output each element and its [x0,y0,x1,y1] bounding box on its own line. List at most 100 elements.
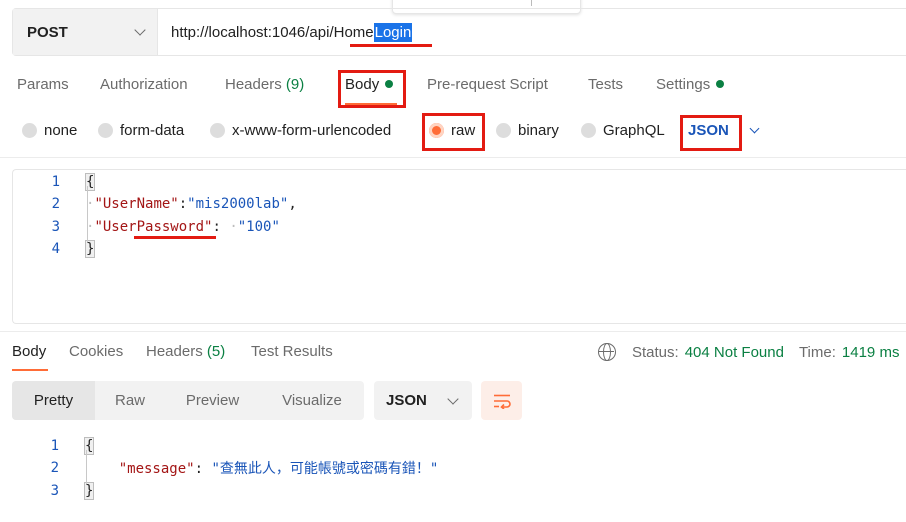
radio-label: binary [518,122,559,139]
tab-label: Authorization [100,76,188,93]
line-number: 2 [51,196,60,212]
section-divider [0,157,906,158]
status-dot-icon [716,80,725,88]
line-number: 1 [50,438,59,454]
code-line: 3 ·"UserPassword": ·"100" [13,216,906,238]
tab-authorization[interactable]: Authorization [100,76,188,93]
response-tab-cookies[interactable]: Cookies [69,343,123,360]
radio-none[interactable]: none [22,122,77,139]
tab-params[interactable]: Params [17,76,69,93]
view-preview[interactable]: Preview [165,381,260,420]
code-text: } [83,482,95,500]
response-tab-test-results[interactable]: Test Results [251,343,333,360]
json-key: "UserName" [94,196,179,212]
view-visualize[interactable]: Visualize [260,381,364,420]
raw-language-dropdown[interactable]: JSON [688,122,760,139]
globe-icon[interactable] [598,343,616,361]
chevron-down-icon [134,24,146,36]
http-method-dropdown[interactable]: POST [13,9,158,55]
url-selected-text: Login [373,22,413,42]
radio-label: x-www-form-urlencoded [232,122,392,139]
radio-graphql[interactable]: GraphQL [581,122,665,139]
status-dot-icon [385,80,394,88]
tab-headers[interactable]: Headers (9) [225,76,304,93]
response-tab-headers[interactable]: Headers (5) [146,343,225,360]
tab-settings[interactable]: Settings [656,76,725,93]
http-method-label: POST [27,23,68,41]
radio-label: GraphQL [603,122,665,139]
tab-tests[interactable]: Tests [588,76,623,93]
tab-label: Headers [225,76,282,93]
code-line: 1 { [12,435,906,457]
chevron-down-icon [447,392,459,405]
json-key: "message" [118,461,195,477]
chevron-down-icon [749,123,760,134]
section-divider [0,331,906,332]
radio-x-www-form-urlencoded[interactable]: x-www-form-urlencoded [210,122,391,139]
response-status-area: Status: 404 Not Found Time: 1419 ms [598,343,899,361]
tab-label: Cookies [69,343,124,360]
radio-raw[interactable]: raw [429,122,475,139]
code-line: 2 ·"UserName":"mis2000lab", [13,193,906,215]
indent-guide [87,186,88,242]
active-tab-indicator [345,103,397,105]
line-number: 1 [51,174,60,190]
tab-label: Settings [656,76,711,93]
radio-circle-icon [496,123,511,138]
url-input[interactable]: http://localhost:1046/api/Home Login [158,9,906,55]
indent-guide [86,450,87,484]
close-brace: } [83,482,95,500]
time-label: Time: [798,343,836,361]
code-text: } [84,240,96,258]
tab-pre-request-script[interactable]: Pre-request Script [427,76,548,93]
code-line: 1 { [13,171,906,193]
body-type-options: none form-data x-www-form-urlencoded raw… [0,122,906,144]
code-line: 3 } [12,480,906,502]
wrap-lines-button[interactable] [481,381,522,420]
response-format-label: JSON [386,392,427,409]
request-url-bar: POST http://localhost:1046/api/Home Login [12,8,906,56]
response-view-toggle: Pretty Raw Preview Visualize [12,381,364,420]
tab-label: Body [12,343,47,360]
tab-label: Body [345,76,380,93]
tab-label: Params [17,76,69,93]
radio-binary[interactable]: binary [496,122,559,139]
tab-count: (9) [285,76,305,93]
line-number: 3 [51,219,60,235]
radio-circle-icon [22,123,37,138]
status-value[interactable]: 404 Not Found [685,344,784,361]
radio-form-data[interactable]: form-data [98,122,184,139]
radio-label: raw [451,122,476,139]
time-value[interactable]: 1419 ms [842,344,900,361]
radio-circle-icon [429,123,444,138]
tab-label: Test Results [251,343,333,360]
view-raw[interactable]: Raw [95,381,165,420]
line-number: 2 [50,460,59,476]
response-format-dropdown[interactable]: JSON [374,381,472,420]
active-response-tab-indicator [12,369,48,371]
request-body-editor[interactable]: 1 { 2 ·"UserName":"mis2000lab", 3 ·"User… [12,169,906,324]
raw-language-label: JSON [688,122,729,139]
code-text: ·"UserName":"mis2000lab", [86,196,297,212]
wrap-lines-icon [493,394,511,409]
view-pretty[interactable]: Pretty [12,381,95,420]
close-brace: } [84,240,96,258]
tab-body[interactable]: Body [345,76,394,93]
radio-label: form-data [120,122,185,139]
response-body-viewer[interactable]: 1 { 2 "message": "查無此人，可能帳號或密碼有錯！" 3 } [12,435,906,515]
tab-label: Tests [588,76,624,93]
json-value: "mis2000lab" [187,196,289,212]
tab-label: Headers [146,343,203,360]
json-key: "UserPassword" [94,219,213,235]
tab-label: Pre-request Script [427,76,548,93]
request-tabs: Params Authorization Headers (9) Body Pr… [0,76,906,98]
radio-circle-icon [581,123,596,138]
line-number: 3 [50,483,59,499]
radio-circle-icon [98,123,113,138]
response-tab-body[interactable]: Body [12,343,46,360]
code-text: "message": "查無此人，可能帳號或密碼有錯！" [118,461,439,477]
json-value: "查無此人，可能帳號或密碼有錯！" [211,461,439,477]
code-line: 2 "message": "查無此人，可能帳號或密碼有錯！" [12,457,906,479]
json-value: "100" [237,219,280,235]
url-text: http://localhost:1046/api/Home [171,23,374,41]
